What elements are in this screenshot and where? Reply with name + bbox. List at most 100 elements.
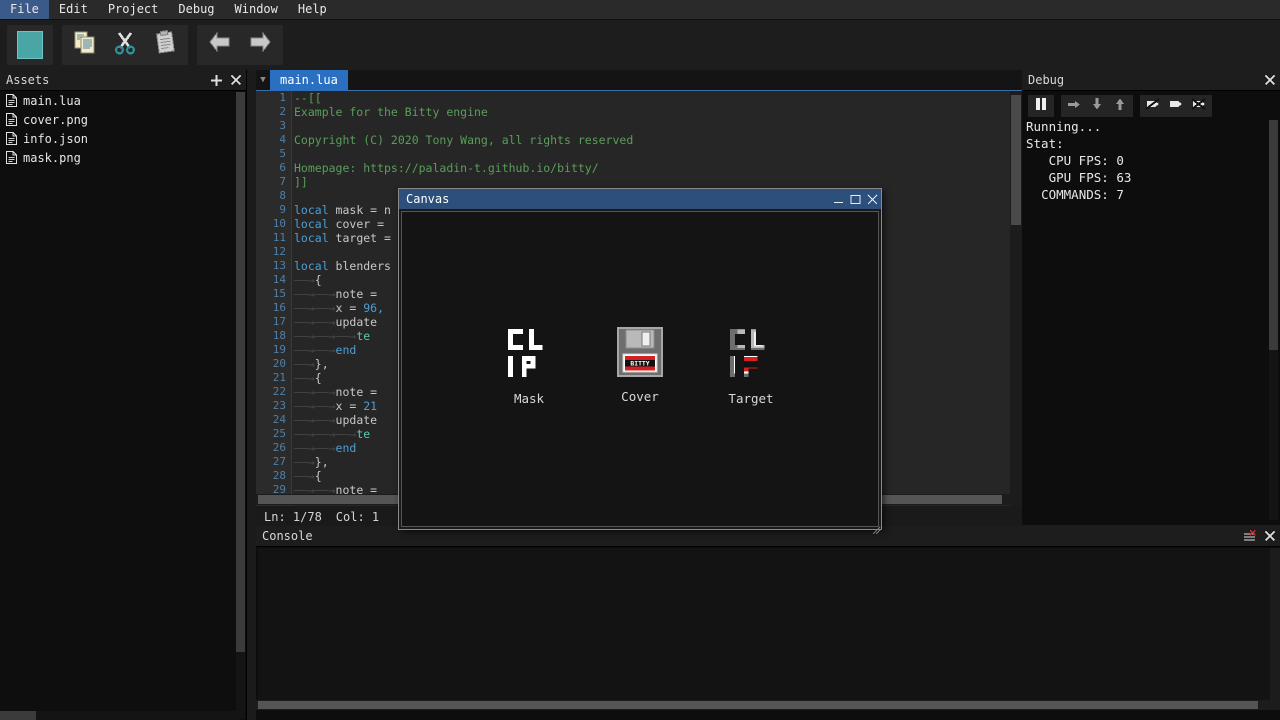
code-line[interactable]: [294, 119, 633, 133]
code-line[interactable]: Copyright (C) 2020 Tony Wang, all rights…: [294, 133, 633, 147]
sprite-label: Mask: [514, 391, 544, 406]
assets-vertical-scrollbar[interactable]: [236, 92, 245, 719]
code-token: te: [356, 427, 370, 441]
code-token: ——→——→: [294, 287, 336, 301]
line-number: 6: [256, 161, 291, 175]
cut-button[interactable]: [106, 26, 144, 64]
assets-horizontal-scrollbar[interactable]: [0, 711, 238, 720]
code-line[interactable]: Example for the Bitty engine: [294, 105, 633, 119]
line-number: 11: [256, 231, 291, 245]
console-horizontal-scrollbar[interactable]: [256, 700, 1270, 710]
asset-item-cover-png[interactable]: cover.png: [0, 110, 246, 129]
console-output[interactable]: [258, 548, 1270, 708]
chevron-down-icon[interactable]: ▼: [256, 70, 270, 91]
step-over-button[interactable]: [1063, 95, 1085, 117]
close-icon[interactable]: [864, 190, 881, 208]
debug-step-group: [1061, 95, 1133, 117]
copy-button[interactable]: [66, 26, 104, 64]
asset-label: cover.png: [23, 113, 88, 127]
canvas-window[interactable]: Canvas: [398, 188, 882, 530]
code-token: local: [294, 259, 329, 273]
redo-button[interactable]: [241, 26, 279, 64]
menu-edit[interactable]: Edit: [49, 0, 98, 19]
maximize-icon[interactable]: [847, 190, 864, 208]
code-line[interactable]: ]]: [294, 175, 633, 189]
debug-vertical-thumb[interactable]: [1269, 120, 1278, 350]
step-into-button[interactable]: [1086, 95, 1108, 117]
line-number: 10: [256, 217, 291, 231]
code-token: Copyright (C) 2020 Tony Wang, all rights…: [294, 133, 633, 147]
canvas-resize-handle[interactable]: [872, 520, 881, 529]
close-icon[interactable]: [1260, 70, 1280, 90]
code-token: update: [336, 413, 378, 427]
sprite-mask: Mask: [505, 326, 553, 406]
line-number: 20: [256, 357, 291, 371]
assets-horizontal-thumb[interactable]: [0, 711, 36, 720]
console-vertical-scrollbar[interactable]: [1270, 548, 1280, 710]
code-token: ——→: [294, 469, 315, 483]
debug-output: Running... Stat: CPU FPS: 0 GPU FPS: 63 …: [1022, 118, 1280, 525]
code-line[interactable]: [294, 147, 633, 161]
asset-item-info-json[interactable]: info.json: [0, 129, 246, 148]
menu-project[interactable]: Project: [98, 0, 169, 19]
code-token: ——→: [294, 371, 315, 385]
color-swatch-button[interactable]: [11, 26, 49, 64]
tab-main-lua[interactable]: main.lua: [270, 70, 348, 91]
asset-label: mask.png: [23, 151, 81, 165]
status-column: Col: 1: [336, 510, 379, 524]
debug-stat-value: 63: [1116, 170, 1131, 185]
color-swatch[interactable]: [17, 31, 43, 59]
code-line[interactable]: --[[: [294, 91, 633, 105]
code-token: ——→——→——→: [294, 427, 356, 441]
debug-stat-value: 7: [1116, 187, 1124, 202]
debug-panel: Debug: [1022, 70, 1280, 525]
status-line: Ln: 1/78: [264, 510, 322, 524]
menu-window[interactable]: Window: [225, 0, 288, 19]
canvas-render-area[interactable]: Mask BITTY Cover: [401, 211, 879, 527]
pause-button[interactable]: [1030, 95, 1052, 117]
asset-label: info.json: [23, 132, 88, 146]
step-out-button[interactable]: [1109, 95, 1131, 117]
menu-help[interactable]: Help: [288, 0, 337, 19]
asset-item-mask-png[interactable]: mask.png: [0, 148, 246, 167]
close-icon[interactable]: [226, 70, 246, 90]
debug-stat-list: CPU FPS: 0 GPU FPS: 63 COMMANDS: 7: [1026, 152, 1280, 203]
line-number: 3: [256, 119, 291, 133]
plus-icon[interactable]: [206, 70, 226, 90]
file-icon: [6, 151, 17, 164]
debug-vertical-scrollbar[interactable]: [1269, 120, 1278, 520]
debug-stat-label: COMMANDS:: [1041, 187, 1109, 202]
minimize-icon[interactable]: [830, 190, 847, 208]
line-number: 4: [256, 133, 291, 147]
canvas-title-bar[interactable]: Canvas: [399, 189, 881, 209]
debug-stat-label: GPU FPS:: [1049, 170, 1109, 185]
code-token: ——→——→——→: [294, 329, 356, 343]
assets-file-list: main.lua cover.png info.json mask.png: [0, 91, 246, 167]
assets-header: Assets: [0, 70, 246, 91]
menu-file[interactable]: File: [0, 0, 49, 19]
editor-vertical-thumb[interactable]: [1011, 95, 1021, 225]
code-token: ——→——→: [294, 301, 336, 315]
canvas-sprites: Mask BITTY Cover: [402, 212, 878, 406]
close-icon[interactable]: [1260, 526, 1280, 546]
clear-console-icon[interactable]: [1240, 526, 1260, 546]
paste-button[interactable]: [146, 26, 184, 64]
line-number: 14: [256, 273, 291, 287]
code-token: te: [356, 329, 370, 343]
code-token: ]]: [294, 175, 308, 189]
debug-stat-row: GPU FPS: 63: [1026, 169, 1280, 186]
line-number: 22: [256, 385, 291, 399]
editor-tab-bar: ▼ main.lua: [256, 70, 1022, 91]
disable-breakpoints-button[interactable]: [1165, 95, 1187, 117]
asset-item-main-lua[interactable]: main.lua: [0, 91, 246, 110]
code-line[interactable]: Homepage: https://paladin-t.github.io/bi…: [294, 161, 633, 175]
code-token: ——→——→: [294, 413, 336, 427]
editor-vertical-scrollbar[interactable]: [1010, 91, 1022, 506]
line-number: 12: [256, 245, 291, 259]
toggle-breakpoint-button[interactable]: [1142, 95, 1164, 117]
clear-breakpoints-button[interactable]: [1188, 95, 1210, 117]
console-horizontal-thumb[interactable]: [258, 701, 1258, 709]
assets-vertical-thumb[interactable]: [236, 92, 245, 652]
menu-debug[interactable]: Debug: [168, 0, 224, 19]
undo-button[interactable]: [201, 26, 239, 64]
